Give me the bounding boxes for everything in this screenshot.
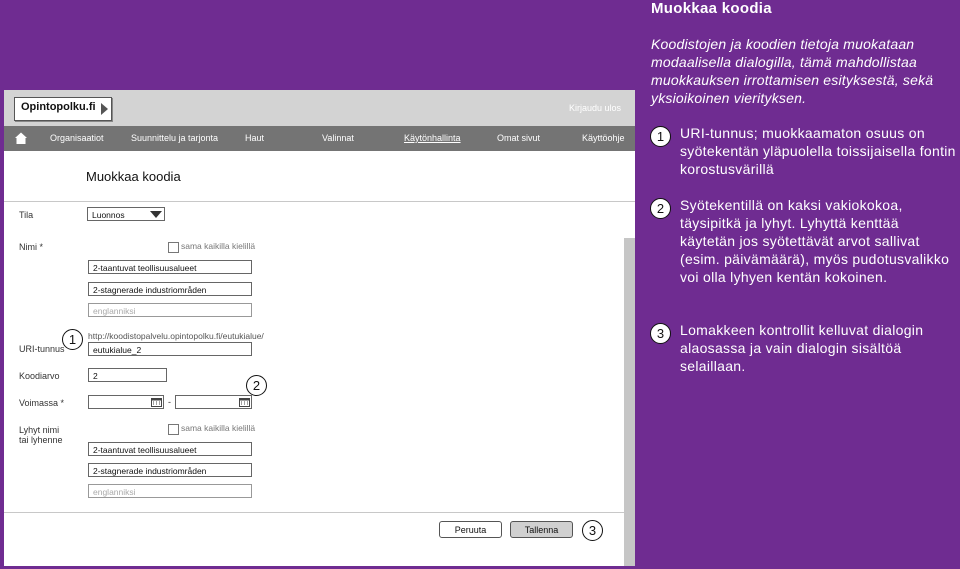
nimi-fi-input[interactable]: 2-taantuvat teollisuusalueet	[88, 260, 252, 274]
nimi-label: Nimi *	[19, 242, 43, 252]
lyhyt-label-line1: Lyhyt nimi	[19, 425, 60, 435]
voimassa-end-input[interactable]	[175, 395, 252, 409]
calendar-icon[interactable]	[239, 397, 250, 407]
logout-link[interactable]: Kirjaudu ulos	[569, 103, 621, 113]
annotation-intro: Koodistojen ja koodien tietoja muokataan…	[651, 36, 934, 106]
note-badge-1: 1	[650, 126, 671, 147]
tila-label: Tila	[19, 210, 34, 220]
lyhyt-sv-input[interactable]: 2-stagnerade industriområden	[88, 463, 252, 477]
note-3: Lomakkeen kontrollit kelluvat dialogin a…	[680, 322, 924, 374]
cancel-button[interactable]: Peruuta	[439, 521, 502, 538]
logo-arrow-icon	[101, 103, 108, 115]
nimi-en-input[interactable]: englanniksi	[88, 303, 252, 317]
note-badge-2: 2	[650, 198, 671, 219]
nav-organisaatiot[interactable]: Organisaatiot	[50, 133, 104, 143]
note-2: Syötekentillä on kaksi vakiokokoa, täysi…	[680, 197, 950, 285]
top-bar: Opintopolku.fi Kirjaudu ulos	[4, 90, 635, 126]
date-separator: -	[168, 397, 171, 407]
note-1: URI-tunnus; muokkaamaton osuus on syötek…	[680, 125, 956, 177]
logo[interactable]: Opintopolku.fi	[14, 97, 112, 121]
nimi-same-checkbox[interactable]	[168, 242, 179, 253]
dialog-title: Muokkaa koodia	[86, 169, 181, 184]
nav-kayttoohje[interactable]: Käyttöohje	[582, 133, 625, 143]
lyhyt-fi-input[interactable]: 2-taantuvat teollisuusalueet	[88, 442, 252, 456]
tila-select[interactable]: Luonnos	[87, 207, 165, 221]
note-badge-3: 3	[650, 323, 671, 344]
voimassa-label: Voimassa *	[19, 398, 65, 408]
tila-value: Luonnos	[92, 210, 125, 220]
app-window: Opintopolku.fi Kirjaudu ulos Organisaati…	[4, 90, 635, 566]
nav-haut[interactable]: Haut	[245, 133, 264, 143]
voimassa-start-input[interactable]	[88, 395, 164, 409]
annotation-badge-3: 3	[582, 520, 603, 541]
main-nav: Organisaatiot Suunnittelu ja tarjonta Ha…	[4, 126, 635, 151]
lyhyt-same-checkbox[interactable]	[168, 424, 179, 435]
annotation-badge-2: 2	[246, 375, 267, 396]
lyhyt-en-input[interactable]: englanniksi	[88, 484, 252, 498]
lyhyt-same-label: sama kaikilla kielillä	[181, 423, 256, 433]
nav-omat-sivut[interactable]: Omat sivut	[497, 133, 540, 143]
nimi-same-label: sama kaikilla kielillä	[181, 241, 256, 251]
logo-text: Opintopolku.fi	[21, 101, 96, 113]
lyhyt-label-line2: tai lyhenne	[19, 435, 63, 445]
uri-input[interactable]: eutukialue_2	[88, 342, 252, 356]
chevron-down-icon	[150, 211, 162, 218]
nav-kayttonhallinta[interactable]: Käytönhallinta	[404, 133, 461, 143]
save-button[interactable]: Tallenna	[510, 521, 573, 538]
annotation-badge-1: 1	[62, 329, 83, 350]
koodiarvo-input[interactable]: 2	[88, 368, 167, 382]
annotation-title: Muokkaa koodia	[651, 0, 772, 17]
home-icon[interactable]	[14, 131, 28, 145]
uri-prefix: http://koodistopalvelu.opintopolku.fi/eu…	[88, 331, 264, 341]
nav-suunnittelu[interactable]: Suunnittelu ja tarjonta	[131, 133, 218, 143]
scrollbar[interactable]	[624, 238, 635, 566]
divider	[4, 201, 635, 202]
koodiarvo-label: Koodiarvo	[19, 371, 60, 381]
footer-divider	[4, 512, 624, 513]
uri-label: URI-tunnus	[19, 344, 65, 354]
calendar-icon[interactable]	[151, 397, 162, 407]
nav-valinnat[interactable]: Valinnat	[322, 133, 354, 143]
nimi-sv-input[interactable]: 2-stagnerade industriområden	[88, 282, 252, 296]
